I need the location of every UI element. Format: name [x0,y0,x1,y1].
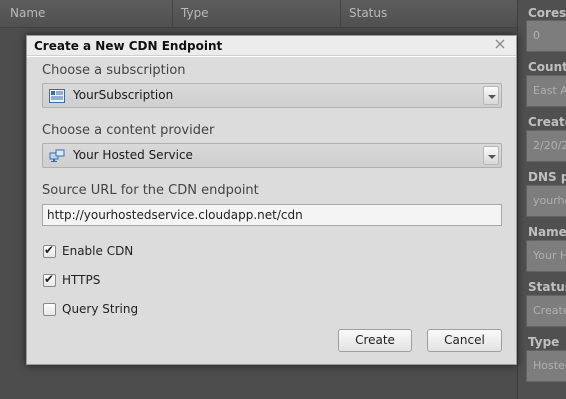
cancel-button[interactable]: Cancel [427,329,502,352]
enable-cdn-label[interactable]: Enable CDN [62,244,133,258]
https-checkbox[interactable] [43,272,56,287]
source-url-input[interactable] [42,204,502,226]
dialog-title-bar: Create a New CDN Endpoint [27,36,516,56]
content-provider-value: Your Hosted Service [73,148,193,162]
subscription-label: Choose a subscription [42,63,186,78]
subscription-icon [49,89,65,103]
create-cdn-endpoint-dialog: Create a New CDN Endpoint Choose a subsc… [26,35,517,365]
hosted-service-icon [49,149,65,163]
dialog-body: Choose a subscription YourSubscription C… [27,57,516,364]
subscription-value: YourSubscription [73,88,174,102]
content-provider-select[interactable]: Your Hosted Service [42,143,502,168]
create-button[interactable]: Create [338,329,412,352]
chevron-down-icon[interactable] [483,146,499,165]
chevron-down-icon[interactable] [483,86,499,105]
query-string-label[interactable]: Query String [62,302,138,316]
dialog-title: Create a New CDN Endpoint [34,39,223,53]
content-provider-label: Choose a content provider [42,123,215,138]
source-url-label: Source URL for the CDN endpoint [42,183,259,198]
close-icon[interactable] [494,39,506,51]
enable-cdn-checkbox[interactable] [43,243,56,258]
https-label[interactable]: HTTPS [62,273,100,287]
query-string-checkbox[interactable] [43,303,56,316]
subscription-select[interactable]: YourSubscription [42,83,502,108]
